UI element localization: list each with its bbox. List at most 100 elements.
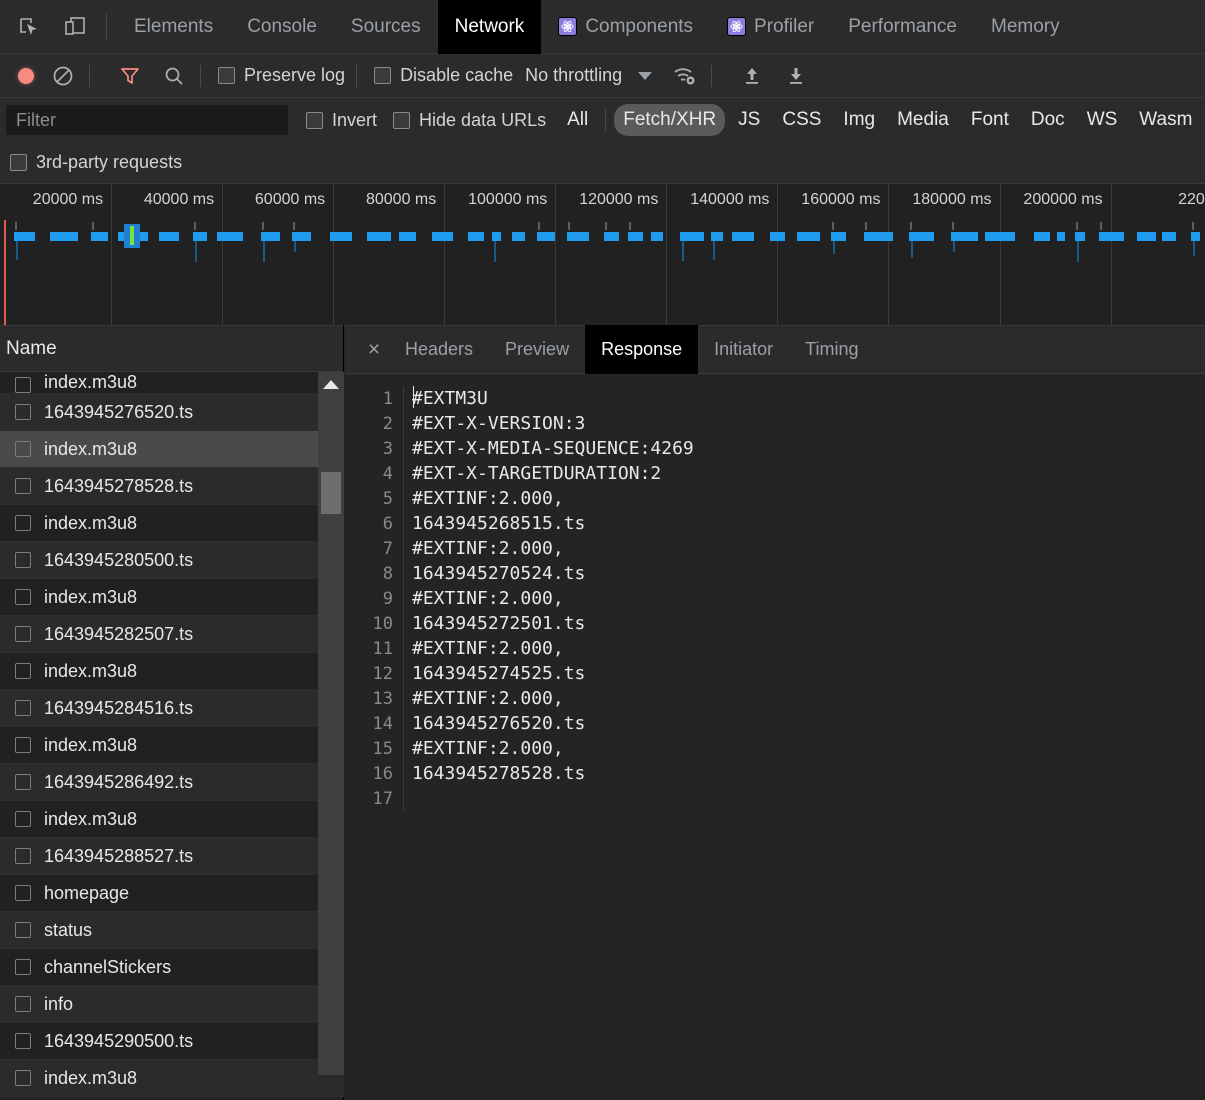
request-list-item[interactable]: index.m3u8 [0,431,344,468]
line-text: #EXTINF:2.000, [412,488,564,509]
response-body-viewer[interactable]: 1 #EXTM3U 2 #EXT-X-VERSION:3 3 #EXT-X-MEDIA-S… [345,374,1205,1100]
request-checkbox[interactable] [15,377,31,393]
request-checkbox[interactable] [15,811,31,827]
device-toolbar-icon[interactable] [58,10,92,44]
request-checkbox[interactable] [15,589,31,605]
tab-profiler[interactable]: Profiler [710,0,831,54]
filter-type-all[interactable]: All [558,104,597,136]
third-party-bar: 3rd-party requests [0,142,1205,184]
filter-type-css[interactable]: CSS [773,104,830,136]
request-checkbox[interactable] [15,885,31,901]
overview-request-bar [217,232,243,241]
tab-sources[interactable]: Sources [334,0,438,54]
request-list-item[interactable]: index.m3u8 [0,579,344,616]
filter-type-font[interactable]: Font [962,104,1018,136]
import-har-button[interactable] [737,61,767,91]
request-list-item[interactable]: index.m3u8 [0,372,344,394]
request-list-item[interactable]: 1643945284516.ts [0,690,344,727]
request-list-item[interactable]: info [0,986,344,1023]
request-checkbox[interactable] [15,552,31,568]
request-list-item[interactable]: index.m3u8 [0,1060,344,1097]
request-list-item[interactable]: 1643945286492.ts [0,764,344,801]
request-list-item[interactable]: index.m3u8 [0,727,344,764]
throttling-select[interactable]: No throttling [525,65,622,86]
tab-network[interactable]: Network [437,0,542,54]
filter-type-ws[interactable]: WS [1078,104,1127,136]
filter-type-wasm[interactable]: Wasm [1130,104,1201,136]
request-list-item[interactable]: homepage [0,875,344,912]
detail-tab-headers[interactable]: Headers [389,325,489,374]
request-checkbox[interactable] [15,848,31,864]
filter-type-fetch-xhr[interactable]: Fetch/XHR [614,104,726,136]
hide-data-urls-checkbox[interactable]: Hide data URLs [393,110,546,131]
export-har-button[interactable] [781,61,811,91]
invert-checkbox[interactable]: Invert [306,110,377,131]
request-checkbox[interactable] [15,663,31,679]
detail-tab-initiator[interactable]: Initiator [698,325,789,374]
search-button[interactable] [159,61,189,91]
filter-type-js[interactable]: JS [729,104,769,136]
request-list[interactable]: index.m3u8 1643945276520.ts index.m3u8 1643… [0,372,344,1100]
line-number: 17 [372,788,393,809]
request-checkbox[interactable] [15,922,31,938]
response-line: 15 #EXTINF:2.000, [345,736,1205,761]
request-list-item[interactable]: 1643945280500.ts [0,542,344,579]
response-line: 13 #EXTINF:2.000, [345,686,1205,711]
overview-tick-label: 180000 ms [912,191,992,208]
request-checkbox[interactable] [15,626,31,642]
filter-input[interactable] [6,105,288,135]
request-list-scrollbar[interactable] [318,372,344,1075]
filter-type-doc[interactable]: Doc [1022,104,1074,136]
request-list-item[interactable]: 1643945288527.ts [0,838,344,875]
request-checkbox[interactable] [15,1033,31,1049]
tab-performance[interactable]: Performance [831,0,974,54]
filter-type-media[interactable]: Media [888,104,958,136]
request-checkbox[interactable] [15,478,31,494]
tab-elements[interactable]: Elements [117,0,230,54]
overview-request-bar [711,232,723,241]
request-list-item[interactable]: 1643945278528.ts [0,468,344,505]
disable-cache-checkbox[interactable]: Disable cache [374,65,513,86]
filter-type-img[interactable]: Img [834,104,884,136]
detail-tab-timing[interactable]: Timing [789,325,874,374]
request-list-item[interactable]: index.m3u8 [0,505,344,542]
record-button[interactable] [18,67,34,84]
request-name: 1643945284516.ts [44,697,194,718]
clear-button[interactable] [48,61,78,91]
filter-toggle-button[interactable] [115,61,145,91]
tab-memory[interactable]: Memory [974,0,1077,54]
request-checkbox[interactable] [15,737,31,753]
request-list-item[interactable]: status [0,912,344,949]
detail-tab-preview[interactable]: Preview [489,325,585,374]
request-checkbox[interactable] [15,441,31,457]
third-party-requests-checkbox[interactable]: 3rd-party requests [10,152,182,173]
tab-components[interactable]: Components [541,0,710,54]
chevron-down-icon[interactable] [638,71,653,80]
inspect-element-icon[interactable] [12,10,46,44]
close-detail-button[interactable]: × [359,338,389,362]
request-list-item[interactable]: 1643945290500.ts [0,1023,344,1060]
filter-bar: Invert Hide data URLs All Fetch/XHRJSCSSI… [0,98,1205,142]
request-checkbox[interactable] [15,515,31,531]
scroll-up-arrow-icon[interactable] [323,380,339,389]
request-checkbox[interactable] [15,774,31,790]
request-checkbox[interactable] [15,1070,31,1086]
request-list-item[interactable]: index.m3u8 [0,801,344,838]
network-overview[interactable]: 20000 ms 40000 ms 60000 ms 80000 ms 100000 m… [0,184,1205,325]
preserve-log-checkbox[interactable]: Preserve log [218,65,345,86]
request-list-item[interactable]: 1643945282507.ts [0,616,344,653]
request-list-header[interactable]: Name [0,325,343,372]
request-checkbox[interactable] [15,404,31,420]
request-list-item[interactable]: 1643945276520.ts [0,394,344,431]
detail-tab-response[interactable]: Response [585,325,699,374]
network-conditions-button[interactable] [670,61,700,91]
tab-console[interactable]: Console [230,0,334,54]
request-checkbox[interactable] [15,996,31,1012]
line-text: #EXTINF:2.000, [412,738,564,759]
line-number: 4 [382,463,393,484]
request-list-item[interactable]: channelStickers [0,949,344,986]
request-checkbox[interactable] [15,700,31,716]
request-checkbox[interactable] [15,959,31,975]
scrollbar-thumb[interactable] [321,472,341,514]
request-list-item[interactable]: index.m3u8 [0,653,344,690]
